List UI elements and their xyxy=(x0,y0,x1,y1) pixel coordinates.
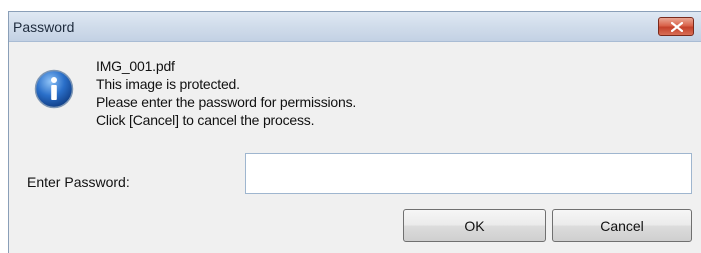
file-name: IMG_001.pdf xyxy=(96,58,175,74)
message-protected: This image is protected. xyxy=(96,76,240,92)
info-icon xyxy=(34,69,74,109)
message-enter-password: Please enter the password for permission… xyxy=(96,94,357,110)
password-label: Enter Password: xyxy=(27,174,130,190)
password-dialog: Password IMG_001.pdf This image is prote… xyxy=(8,11,701,253)
password-input[interactable] xyxy=(245,153,692,194)
dialog-title: Password xyxy=(13,19,75,35)
ok-button[interactable]: OK xyxy=(403,209,546,242)
close-button[interactable] xyxy=(658,17,694,36)
close-icon xyxy=(671,22,683,32)
cancel-button[interactable]: Cancel xyxy=(552,209,692,242)
title-bar[interactable]: Password xyxy=(9,12,701,42)
message-cancel-hint: Click [Cancel] to cancel the process. xyxy=(96,112,315,128)
